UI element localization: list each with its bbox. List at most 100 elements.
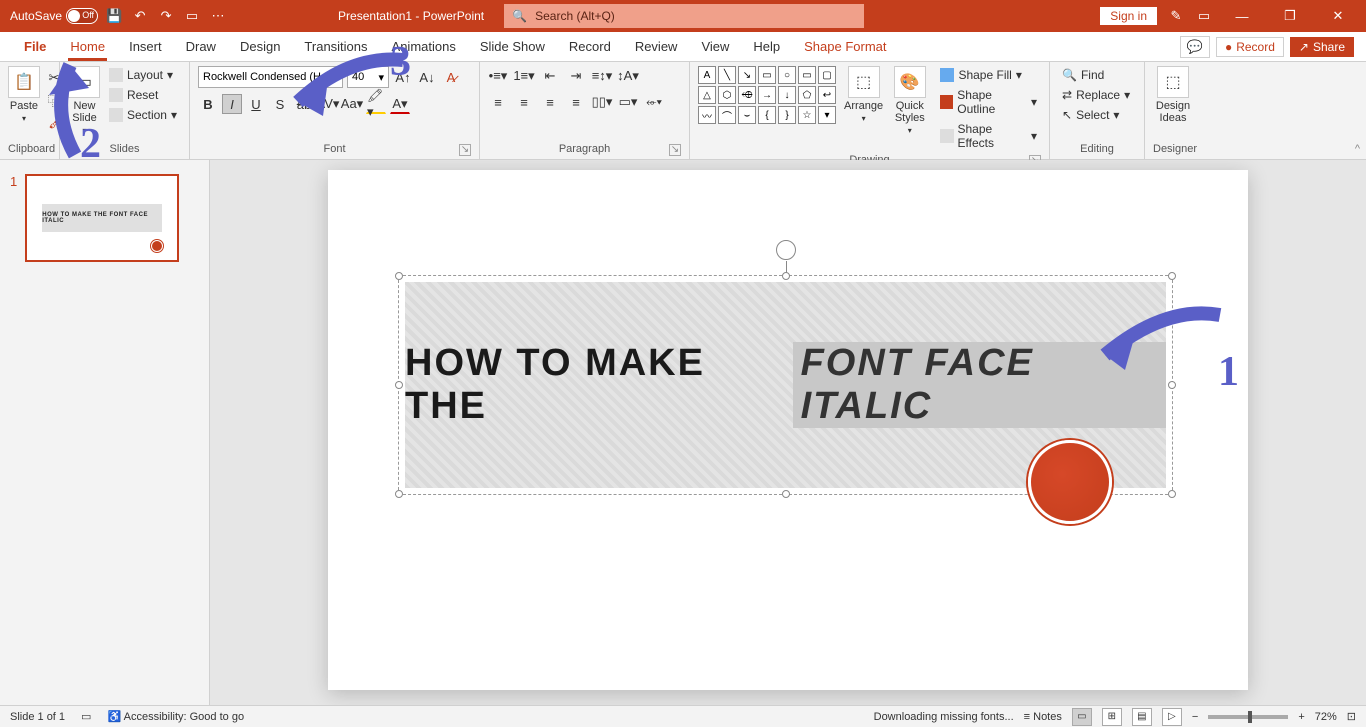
resize-handle[interactable] <box>395 381 403 389</box>
resize-handle[interactable] <box>782 490 790 498</box>
resize-handle[interactable] <box>395 272 403 280</box>
new-slide-button[interactable]: ▭ New Slide ▾ <box>68 66 101 135</box>
design-ideas-button[interactable]: ⬚Design Ideas <box>1153 66 1193 124</box>
clear-formatting-icon[interactable]: A̷ <box>441 67 461 87</box>
align-left-icon[interactable]: ≡ <box>488 92 508 112</box>
resize-handle[interactable] <box>1168 272 1176 280</box>
tab-help[interactable]: Help <box>741 33 792 60</box>
numbering-button[interactable]: 1≡▾ <box>514 66 534 86</box>
section-button[interactable]: Section ▾ <box>105 106 181 124</box>
tab-file[interactable]: File <box>12 33 58 60</box>
qat-dropdown-icon[interactable]: ⋯ <box>208 6 228 26</box>
fit-to-window-icon[interactable]: ⊡ <box>1347 710 1356 723</box>
reading-view-icon[interactable]: ▤ <box>1132 708 1152 726</box>
rotation-handle[interactable] <box>776 240 796 260</box>
tab-draw[interactable]: Draw <box>174 33 228 60</box>
slide-thumbnail-1[interactable]: HOW TO MAKE THE FONT FACE ITALIC <box>25 174 179 262</box>
shape-effects-button[interactable]: Shape Effects ▾ <box>936 120 1041 152</box>
tab-home[interactable]: Home <box>58 33 117 60</box>
save-icon[interactable]: 💾 <box>104 6 124 26</box>
decrease-font-icon[interactable]: A↓ <box>417 67 437 87</box>
smartart-button[interactable]: ⬰▾ <box>644 92 664 112</box>
font-color-button[interactable]: A▾ <box>390 94 410 114</box>
tab-transitions[interactable]: Transitions <box>292 33 379 60</box>
zoom-out-icon[interactable]: − <box>1192 711 1198 723</box>
resize-handle[interactable] <box>1168 490 1176 498</box>
underline-button[interactable]: U <box>246 94 266 114</box>
record-button[interactable]: ● Record <box>1216 37 1284 57</box>
coming-soon-icon[interactable]: ✎ <box>1166 6 1186 26</box>
font-size-select[interactable]: 40▾ <box>347 66 389 88</box>
tab-slideshow[interactable]: Slide Show <box>468 33 557 60</box>
quick-styles-button[interactable]: 🎨Quick Styles▾ <box>891 66 928 135</box>
paste-button[interactable]: 📋 Paste ▾ <box>8 66 40 123</box>
columns-button[interactable]: ▯▯▾ <box>592 92 612 112</box>
highlight-button[interactable]: 🖍▾ <box>366 94 386 114</box>
change-case-button[interactable]: Aa▾ <box>342 94 362 114</box>
slide-canvas-area[interactable]: HOW TO MAKE THE FONT FACE ITALIC <box>210 160 1366 705</box>
align-center-icon[interactable]: ≡ <box>514 92 534 112</box>
arrange-button[interactable]: ⬚Arrange▾ <box>844 66 883 123</box>
restore-icon[interactable]: ❐ <box>1270 0 1310 32</box>
justify-icon[interactable]: ≡ <box>566 92 586 112</box>
reset-button[interactable]: Reset <box>105 86 181 104</box>
spellcheck-icon[interactable]: ▭ <box>81 710 91 723</box>
shape-fill-button[interactable]: Shape Fill ▾ <box>936 66 1041 84</box>
slide-title-text[interactable]: HOW TO MAKE THE FONT FACE ITALIC <box>405 342 1166 428</box>
tab-shape-format[interactable]: Shape Format <box>792 33 898 60</box>
share-button[interactable]: ↗ Share <box>1290 37 1354 57</box>
font-name-select[interactable]: Rockwell Condensed (He▾ <box>198 66 343 88</box>
search-box[interactable]: 🔍 Search (Alt+Q) <box>504 4 864 28</box>
tab-animations[interactable]: Animations <box>380 33 468 60</box>
slide-counter[interactable]: Slide 1 of 1 <box>10 711 65 723</box>
bullets-button[interactable]: •≡▾ <box>488 66 508 86</box>
accessibility-status[interactable]: ♿ Accessibility: Good to go <box>107 710 244 723</box>
italic-button[interactable]: I <box>222 94 242 114</box>
normal-view-icon[interactable]: ▭ <box>1072 708 1092 726</box>
tab-view[interactable]: View <box>689 33 741 60</box>
shadow-button[interactable]: S <box>270 94 290 114</box>
select-button[interactable]: ↖Select ▾ <box>1058 106 1123 124</box>
close-icon[interactable]: ✕ <box>1318 0 1358 32</box>
find-button[interactable]: 🔍Find <box>1058 66 1108 84</box>
increase-font-icon[interactable]: A↑ <box>393 67 413 87</box>
present-from-start-icon[interactable]: ▭ <box>182 6 202 26</box>
redo-icon[interactable]: ↷ <box>156 6 176 26</box>
line-spacing-button[interactable]: ≡↕▾ <box>592 66 612 86</box>
slideshow-view-icon[interactable]: ▷ <box>1162 708 1182 726</box>
tab-design[interactable]: Design <box>228 33 292 60</box>
replace-button[interactable]: ⇄Replace ▾ <box>1058 86 1134 104</box>
align-text-button[interactable]: ▭▾ <box>618 92 638 112</box>
strikethrough-button[interactable]: ab <box>294 94 314 114</box>
decrease-indent-icon[interactable]: ⇤ <box>540 66 560 86</box>
minimize-icon[interactable]: — <box>1222 0 1262 32</box>
selected-textbox[interactable]: HOW TO MAKE THE FONT FACE ITALIC <box>398 275 1173 495</box>
zoom-in-icon[interactable]: + <box>1298 711 1304 723</box>
char-spacing-button[interactable]: AV▾ <box>318 94 338 114</box>
layout-button[interactable]: Layout ▾ <box>105 66 181 84</box>
paragraph-launcher-icon[interactable]: ↘ <box>669 144 681 156</box>
notes-button[interactable]: ≡ Notes <box>1024 711 1062 723</box>
increase-indent-icon[interactable]: ⇥ <box>566 66 586 86</box>
resize-handle[interactable] <box>782 272 790 280</box>
resize-handle[interactable] <box>395 490 403 498</box>
undo-icon[interactable]: ↶ <box>130 6 150 26</box>
signin-button[interactable]: Sign in <box>1099 6 1158 26</box>
ribbon-display-icon[interactable]: ▭ <box>1194 6 1214 26</box>
shapes-gallery[interactable]: A╲↘▭○▭▢ △⬡⬲→↓⬠↩ 〰⌒⌣{}☆▾ <box>698 66 836 124</box>
autosave-toggle[interactable]: AutoSave Off <box>10 8 98 24</box>
font-launcher-icon[interactable]: ↘ <box>459 144 471 156</box>
sorter-view-icon[interactable]: ⊞ <box>1102 708 1122 726</box>
comments-button[interactable]: 💬 <box>1180 36 1210 58</box>
shape-outline-button[interactable]: Shape Outline ▾ <box>936 86 1041 118</box>
collapse-ribbon-icon[interactable]: ^ <box>1355 143 1360 155</box>
tab-review[interactable]: Review <box>623 33 690 60</box>
tab-record[interactable]: Record <box>557 33 623 60</box>
bold-button[interactable]: B <box>198 94 218 114</box>
zoom-level[interactable]: 72% <box>1315 711 1337 723</box>
align-right-icon[interactable]: ≡ <box>540 92 560 112</box>
resize-handle[interactable] <box>1168 381 1176 389</box>
text-direction-button[interactable]: ↕A▾ <box>618 66 638 86</box>
tab-insert[interactable]: Insert <box>117 33 174 60</box>
zoom-slider[interactable] <box>1208 715 1288 719</box>
